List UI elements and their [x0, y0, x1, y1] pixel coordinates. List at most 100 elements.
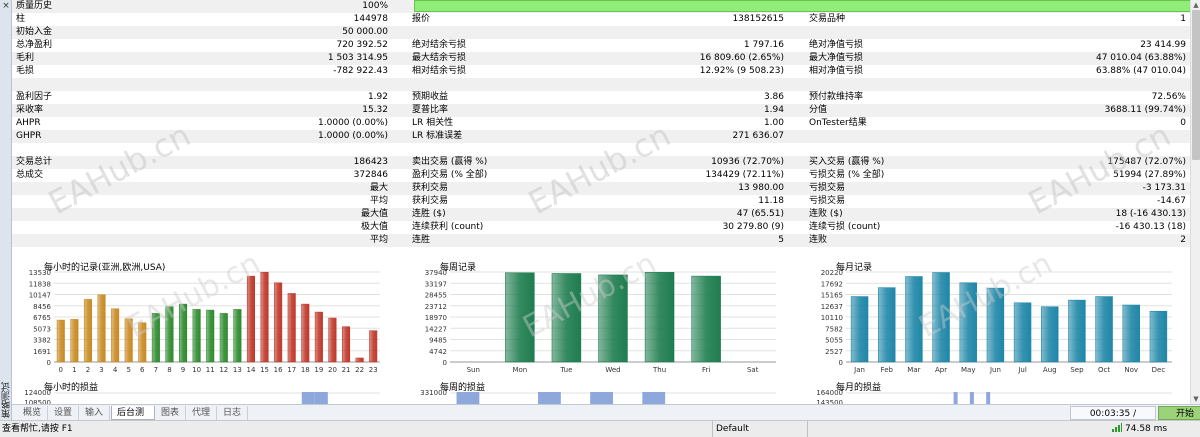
stat-label: 最大结余亏损 — [412, 53, 467, 63]
start-button[interactable]: 开始 — [1158, 406, 1200, 420]
stat-label: 亏损交易 (% 全部) — [809, 170, 885, 180]
stat-label: 获利交易 — [412, 196, 449, 206]
scroll-up-icon[interactable]: ▲ — [1191, 0, 1200, 10]
stat-value: 51994 (27.89%) — [1113, 170, 1186, 180]
y-tick-label: 0 — [443, 359, 447, 367]
x-tick-label: Aug — [1043, 366, 1057, 374]
stats-row: 交易总计 186423 卖出交易 (赢得 %) 10936 (72.70%) 买入交易 … — [12, 156, 1190, 169]
x-tick-label: Jan — [853, 366, 865, 374]
vertical-scrollbar[interactable]: ▲ ▼ — [1190, 0, 1200, 404]
stat-value: 134429 (72.11%) — [705, 170, 784, 180]
stat-label: 买入交易 (赢得 %) — [809, 157, 885, 167]
tab-3[interactable]: 后台测试 — [111, 406, 155, 432]
stat-label: 相对净值亏损 — [809, 66, 864, 76]
bar — [233, 309, 242, 363]
stat-value — [612, 26, 784, 39]
x-tick-label: 15 — [260, 366, 269, 374]
tab-4[interactable]: 图表 — [156, 406, 186, 420]
stat-value: 10936 (72.70%) — [711, 157, 784, 167]
stat-value: 16 809.60 (2.65%) — [699, 53, 784, 63]
stat-label: AHPR — [16, 118, 41, 128]
x-tick-label: 2 — [86, 366, 90, 374]
stat-value: 13 980.00 — [738, 183, 784, 193]
stat-value: 1 — [1180, 14, 1186, 24]
bar — [691, 275, 721, 363]
stat-label: 平均 — [369, 235, 388, 245]
pnl-bar — [590, 392, 613, 404]
tab-5[interactable]: 代理 — [187, 406, 217, 420]
stat-label: GHPR — [16, 131, 42, 141]
y-tick-label: 15165 — [821, 292, 843, 300]
y-tick-label: 10147 — [29, 292, 51, 300]
stats-row: GHPR 1.0000 (0.00%) LR 标准误差 271 636.07 — [12, 130, 1190, 143]
stat-value: 5 — [778, 235, 784, 245]
y-tick-label: 20220 — [821, 269, 843, 277]
x-tick-label: 22 — [355, 366, 364, 374]
stat-value: 15.32 — [362, 105, 388, 115]
bar — [206, 309, 215, 363]
stat-label — [16, 143, 216, 156]
x-tick-label: 16 — [274, 366, 283, 374]
x-tick-label: May — [961, 366, 975, 374]
tab-1[interactable]: 设置 — [49, 406, 79, 420]
tab-0[interactable]: 概览 — [18, 406, 48, 420]
x-tick-label: Wed — [605, 366, 620, 374]
pnl-bar — [953, 392, 958, 404]
x-tick-label: 3 — [99, 366, 103, 374]
scroll-thumb[interactable] — [1192, 10, 1200, 160]
stat-value: 372846 — [353, 170, 388, 180]
stat-label: 最大 — [369, 183, 388, 193]
x-tick-label: Fri — [702, 366, 710, 374]
y-tick-label: 37940 — [425, 269, 447, 277]
pnl-bar — [969, 392, 974, 404]
stats-row: 总净盈利 720 392.52 绝对结余亏损 1 797.16 绝对净值亏损 23 414… — [12, 39, 1190, 52]
x-tick-label: Oct — [1098, 366, 1110, 374]
stat-label: 夏普比率 — [412, 105, 449, 115]
x-tick-label: Feb — [881, 366, 894, 374]
bar — [260, 271, 269, 363]
stat-value — [262, 78, 388, 91]
x-tick-label: 4 — [113, 366, 118, 374]
stats-row: 总成交 372846 盈利交易 (% 全部) 134429 (72.11%) 亏损交易 … — [12, 169, 1190, 182]
latency-text: 74.58 ms — [1125, 424, 1168, 434]
stat-label: 盈利因子 — [16, 92, 53, 102]
x-tick-label: Dec — [1152, 366, 1166, 374]
stat-label — [412, 26, 612, 39]
stat-label — [412, 78, 612, 91]
bar — [1013, 302, 1032, 363]
x-tick-label: 11 — [206, 366, 215, 374]
y-tick-label: 12637 — [821, 303, 843, 311]
stat-label — [412, 143, 612, 156]
bar — [1068, 299, 1086, 363]
x-tick-label: 7 — [154, 366, 158, 374]
x-tick-label: 17 — [287, 366, 296, 374]
backtest-report: 质量历史 100% 柱 144978 报价 138152615 交易品种 1 初始入金 50 00… — [12, 0, 1190, 404]
monthly-pnl-title: 每月的损益 — [836, 383, 882, 393]
tab-6[interactable]: 日志 — [218, 406, 248, 420]
tester-tabs: 概览设置输入后台测试图表代理日志 00:03:35 / 00:03:35 开始 — [12, 404, 1200, 433]
stat-value: 11.18 — [758, 196, 784, 206]
stats-row: 极大值 连续获利 (count) 30 279.80 (9) 连续亏损 (count)… — [12, 221, 1190, 234]
bar — [1095, 296, 1113, 363]
close-icon[interactable]: × — [1, 1, 11, 11]
bar — [328, 317, 337, 363]
tab-2[interactable]: 输入 — [80, 406, 110, 420]
stats-row: 平均 获利交易 11.18 亏损交易 -14.67 — [12, 195, 1190, 208]
stat-value: 30 279.80 (9) — [722, 222, 784, 232]
stats-row: 采收率 15.32 夏普比率 1.94 分值 3688.11 (99.74%) — [12, 104, 1190, 117]
stat-label: 交易品种 — [809, 14, 846, 24]
stat-value — [612, 78, 784, 91]
monthly-chart: 每月记录 20220 17692 15165 12637 10110 7582 5055 25… — [806, 258, 1176, 404]
x-tick-label: 10 — [192, 366, 201, 374]
y-tick-label: 13530 — [29, 269, 51, 277]
pnl-bar — [986, 392, 991, 404]
bar — [1122, 304, 1140, 363]
stat-label: 毛利 — [16, 53, 35, 63]
stats-row: 毛利 1 503 314.95 最大结余亏损 16 809.60 (2.65%) 最大净… — [12, 52, 1190, 65]
x-tick-label: Mon — [512, 366, 527, 374]
scroll-down-icon[interactable]: ▼ — [1191, 394, 1200, 404]
y-tick-label: 1691 — [33, 348, 51, 356]
x-tick-label: Nov — [1124, 366, 1138, 374]
stat-label: 绝对结余亏损 — [412, 40, 467, 50]
y-tick-label: 28455 — [425, 292, 447, 300]
